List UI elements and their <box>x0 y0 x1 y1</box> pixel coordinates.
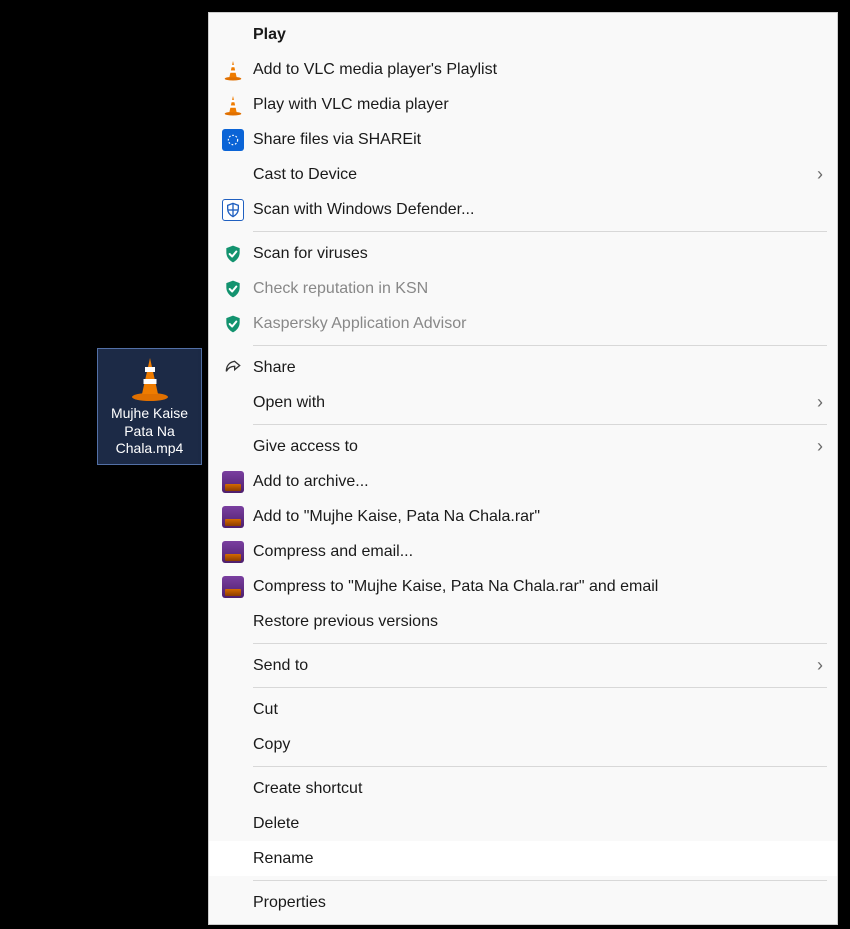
submenu-arrow-icon: › <box>803 655 823 676</box>
submenu-arrow-icon: › <box>803 164 823 185</box>
winrar-icon <box>219 576 247 598</box>
menu-label: Kaspersky Application Advisor <box>247 315 823 333</box>
menu-delete[interactable]: Delete <box>209 806 837 841</box>
shareit-icon <box>219 129 247 151</box>
menu-label: Check reputation in KSN <box>247 280 823 298</box>
menu-compress-named-and-email[interactable]: Compress to "Mujhe Kaise, Pata Na Chala.… <box>209 569 837 604</box>
menu-check-ksn: Check reputation in KSN <box>209 271 837 306</box>
menu-label: Rename <box>247 850 823 868</box>
menu-label: Share <box>247 359 823 377</box>
separator <box>253 766 827 767</box>
menu-label: Share files via SHAREit <box>247 131 823 149</box>
menu-label: Properties <box>247 894 823 912</box>
separator <box>253 231 827 232</box>
menu-label: Compress to "Mujhe Kaise, Pata Na Chala.… <box>247 578 823 596</box>
menu-label: Open with <box>247 394 803 412</box>
menu-restore-previous-versions[interactable]: Restore previous versions <box>209 604 837 639</box>
separator <box>253 643 827 644</box>
vlc-cone-icon <box>219 94 247 116</box>
menu-label: Compress and email... <box>247 543 823 561</box>
menu-add-to-archive[interactable]: Add to archive... <box>209 464 837 499</box>
menu-label: Give access to <box>247 438 803 456</box>
separator <box>253 345 827 346</box>
menu-label: Restore previous versions <box>247 613 823 631</box>
separator <box>253 687 827 688</box>
menu-label: Play <box>247 26 823 44</box>
menu-create-shortcut[interactable]: Create shortcut <box>209 771 837 806</box>
menu-cut[interactable]: Cut <box>209 692 837 727</box>
menu-label: Add to VLC media player's Playlist <box>247 61 823 79</box>
winrar-icon <box>219 541 247 563</box>
share-icon <box>219 358 247 378</box>
separator <box>253 424 827 425</box>
menu-label: Add to "Mujhe Kaise, Pata Na Chala.rar" <box>247 508 823 526</box>
menu-label: Cast to Device <box>247 166 803 184</box>
menu-kaspersky-advisor: Kaspersky Application Advisor <box>209 306 837 341</box>
menu-vlc-play[interactable]: Play with VLC media player <box>209 87 837 122</box>
menu-send-to[interactable]: Send to › <box>209 648 837 683</box>
menu-copy[interactable]: Copy <box>209 727 837 762</box>
menu-label: Delete <box>247 815 823 833</box>
menu-rename[interactable]: Rename <box>209 841 837 876</box>
context-menu: Play Add to VLC media player's Playlist … <box>208 12 838 925</box>
separator <box>253 880 827 881</box>
menu-label: Create shortcut <box>247 780 823 798</box>
vlc-cone-icon <box>219 59 247 81</box>
menu-label: Play with VLC media player <box>247 96 823 114</box>
menu-label: Scan with Windows Defender... <box>247 201 823 219</box>
defender-shield-icon <box>219 199 247 221</box>
kaspersky-shield-icon <box>219 279 247 299</box>
vlc-cone-icon <box>101 354 198 402</box>
winrar-icon <box>219 471 247 493</box>
menu-windows-defender[interactable]: Scan with Windows Defender... <box>209 192 837 227</box>
menu-label: Send to <box>247 657 803 675</box>
kaspersky-shield-icon <box>219 314 247 334</box>
menu-shareit[interactable]: Share files via SHAREit <box>209 122 837 157</box>
menu-open-with[interactable]: Open with › <box>209 385 837 420</box>
menu-cast-to-device[interactable]: Cast to Device › <box>209 157 837 192</box>
submenu-arrow-icon: › <box>803 392 823 413</box>
menu-compress-and-email[interactable]: Compress and email... <box>209 534 837 569</box>
winrar-icon <box>219 506 247 528</box>
menu-add-to-named-rar[interactable]: Add to "Mujhe Kaise, Pata Na Chala.rar" <box>209 499 837 534</box>
kaspersky-shield-icon <box>219 244 247 264</box>
menu-label: Scan for viruses <box>247 245 823 263</box>
submenu-arrow-icon: › <box>803 436 823 457</box>
menu-scan-viruses[interactable]: Scan for viruses <box>209 236 837 271</box>
menu-give-access-to[interactable]: Give access to › <box>209 429 837 464</box>
file-icon[interactable]: Mujhe Kaise Pata Na Chala.mp4 <box>97 348 202 465</box>
menu-share[interactable]: Share <box>209 350 837 385</box>
menu-label: Copy <box>247 736 823 754</box>
menu-properties[interactable]: Properties <box>209 885 837 920</box>
menu-label: Add to archive... <box>247 473 823 491</box>
menu-label: Cut <box>247 701 823 719</box>
file-name-label: Mujhe Kaise Pata Na Chala.mp4 <box>101 405 198 458</box>
menu-play[interactable]: Play <box>209 17 837 52</box>
menu-vlc-add-playlist[interactable]: Add to VLC media player's Playlist <box>209 52 837 87</box>
